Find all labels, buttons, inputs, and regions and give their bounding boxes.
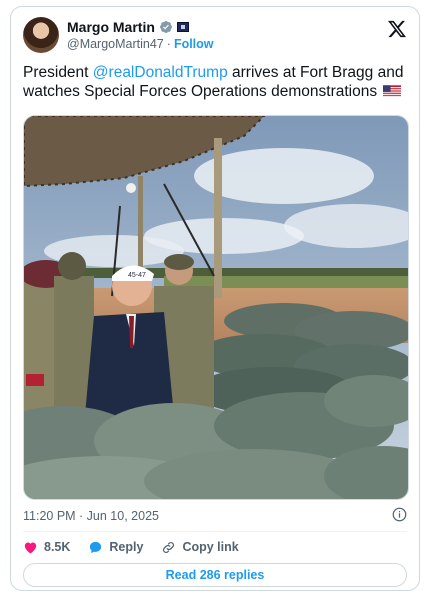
author-avatar[interactable] [23,17,59,53]
reply-bubble-icon [90,541,102,553]
copy-link-label: Copy link [182,540,239,554]
post-text: President @realDonaldTrump arrives at Fo… [23,63,409,101]
like-count: 8.5K [44,540,71,554]
like-button[interactable]: 8.5K [23,540,70,555]
author-handle[interactable]: @MargoMartin47 [67,37,164,51]
author-name-row: Margo Martin [67,19,189,35]
author-handle-row: @MargoMartin47 · Follow [67,37,214,51]
divider [23,531,407,532]
cap-text: 45-47 [128,272,146,279]
post-timestamp[interactable]: 11:20 PM · Jun 10, 2025 [23,509,159,523]
photo-scene: 45-47 [24,116,408,499]
reply-label: Reply [109,540,144,554]
post-text-prefix: President [23,64,93,81]
follow-button[interactable]: Follow [174,37,214,51]
reply-button[interactable]: Reply [88,540,143,555]
author-display-name[interactable]: Margo Martin [67,19,155,35]
verified-badge-icon [159,21,172,33]
link-icon [163,541,175,553]
post-photo[interactable]: 45-47 [23,115,409,500]
post-actions: 8.5K Reply Copy link [23,538,239,556]
x-logo-icon[interactable] [387,19,407,39]
embedded-post-card: Margo Martin @MargoMartin47 · Follow Pre… [10,6,420,591]
copy-link-button[interactable]: Copy link [161,540,239,555]
affiliate-badge-icon [176,22,189,32]
read-replies-button[interactable]: Read 286 replies [23,563,407,587]
heart-icon [24,542,37,553]
separator-dot: · [166,37,171,51]
post-header: Margo Martin @MargoMartin47 · Follow [23,17,407,55]
us-flag-icon [383,85,402,97]
info-icon[interactable] [392,507,407,522]
mention-link[interactable]: @realDonaldTrump [93,64,228,81]
